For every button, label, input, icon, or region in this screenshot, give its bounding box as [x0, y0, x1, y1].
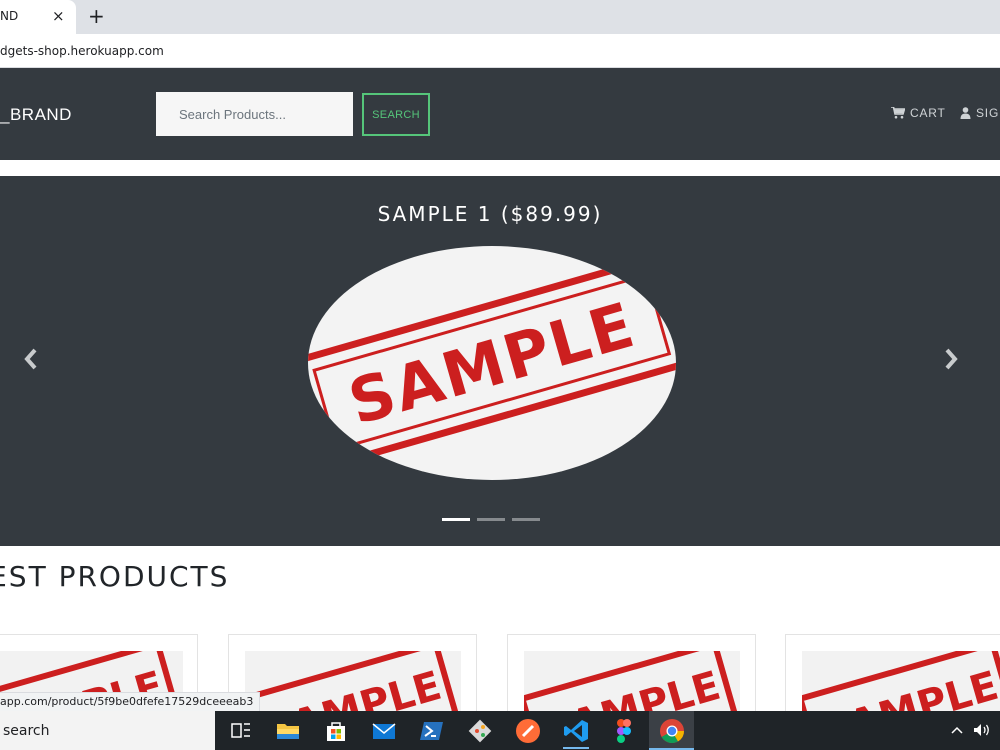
- search-button[interactable]: SEARCH: [362, 93, 430, 136]
- browser-tab-title: ND: [0, 9, 19, 23]
- figma-icon[interactable]: [611, 718, 637, 744]
- close-tab-icon[interactable]: ×: [52, 7, 65, 25]
- address-bar[interactable]: dgets-shop.herokuapp.com: [0, 34, 1000, 68]
- task-view-icon[interactable]: [228, 718, 254, 744]
- carousel-indicators: [442, 518, 540, 521]
- search-input[interactable]: [156, 92, 353, 136]
- section-title-text: TEST PRODUCTS: [0, 560, 230, 593]
- carousel-prev-icon[interactable]: [24, 348, 38, 370]
- cart-icon: [891, 107, 905, 119]
- volume-icon[interactable]: [973, 723, 991, 737]
- carousel-product-image[interactable]: SAMPLE: [307, 245, 677, 481]
- carousel-indicator[interactable]: [442, 518, 470, 521]
- signin-label: SIG: [976, 106, 1000, 120]
- carousel-indicator[interactable]: [477, 518, 505, 521]
- vscode-icon[interactable]: [563, 718, 589, 744]
- carousel-indicator[interactable]: [512, 518, 540, 521]
- section-title: TEST PRODUCTS: [0, 560, 229, 593]
- chrome-icon: [660, 719, 684, 744]
- file-explorer-icon[interactable]: [275, 718, 301, 744]
- microsoft-store-icon[interactable]: [323, 718, 349, 744]
- link-status-url: app.com/product/5f9be0dfefe17529dceeeab3: [0, 692, 261, 712]
- taskbar-search-text: search: [3, 723, 50, 739]
- chrome-taskbar-button[interactable]: [649, 711, 694, 750]
- git-icon[interactable]: [467, 718, 493, 744]
- user-icon: [960, 107, 971, 119]
- brand-logo[interactable]: _BRAND: [0, 105, 72, 125]
- chevron-up-icon[interactable]: [951, 725, 963, 735]
- address-url[interactable]: dgets-shop.herokuapp.com: [0, 44, 164, 58]
- carousel-caption[interactable]: SAMPLE 1 ($89.99): [0, 202, 980, 226]
- cart-link[interactable]: CART: [891, 106, 946, 120]
- postman-icon[interactable]: [515, 718, 541, 744]
- signin-link[interactable]: SIG: [960, 106, 999, 120]
- browser-tab-strip: ND × +: [0, 0, 1000, 34]
- carousel-next-icon[interactable]: [944, 348, 958, 370]
- vscode-active-indicator: [563, 747, 589, 749]
- taskbar-search-box[interactable]: search: [0, 711, 215, 750]
- new-tab-button[interactable]: +: [88, 4, 105, 28]
- taskbar: search: [0, 711, 1000, 750]
- mail-icon[interactable]: [371, 718, 397, 744]
- site-navbar: _BRAND SEARCH CART SIG: [0, 68, 1000, 160]
- product-carousel: SAMPLE 1 ($89.99) SAMPLE: [0, 176, 1000, 546]
- cart-label: CART: [910, 106, 946, 120]
- powershell-icon[interactable]: [419, 718, 445, 744]
- browser-tab[interactable]: ND ×: [0, 0, 76, 34]
